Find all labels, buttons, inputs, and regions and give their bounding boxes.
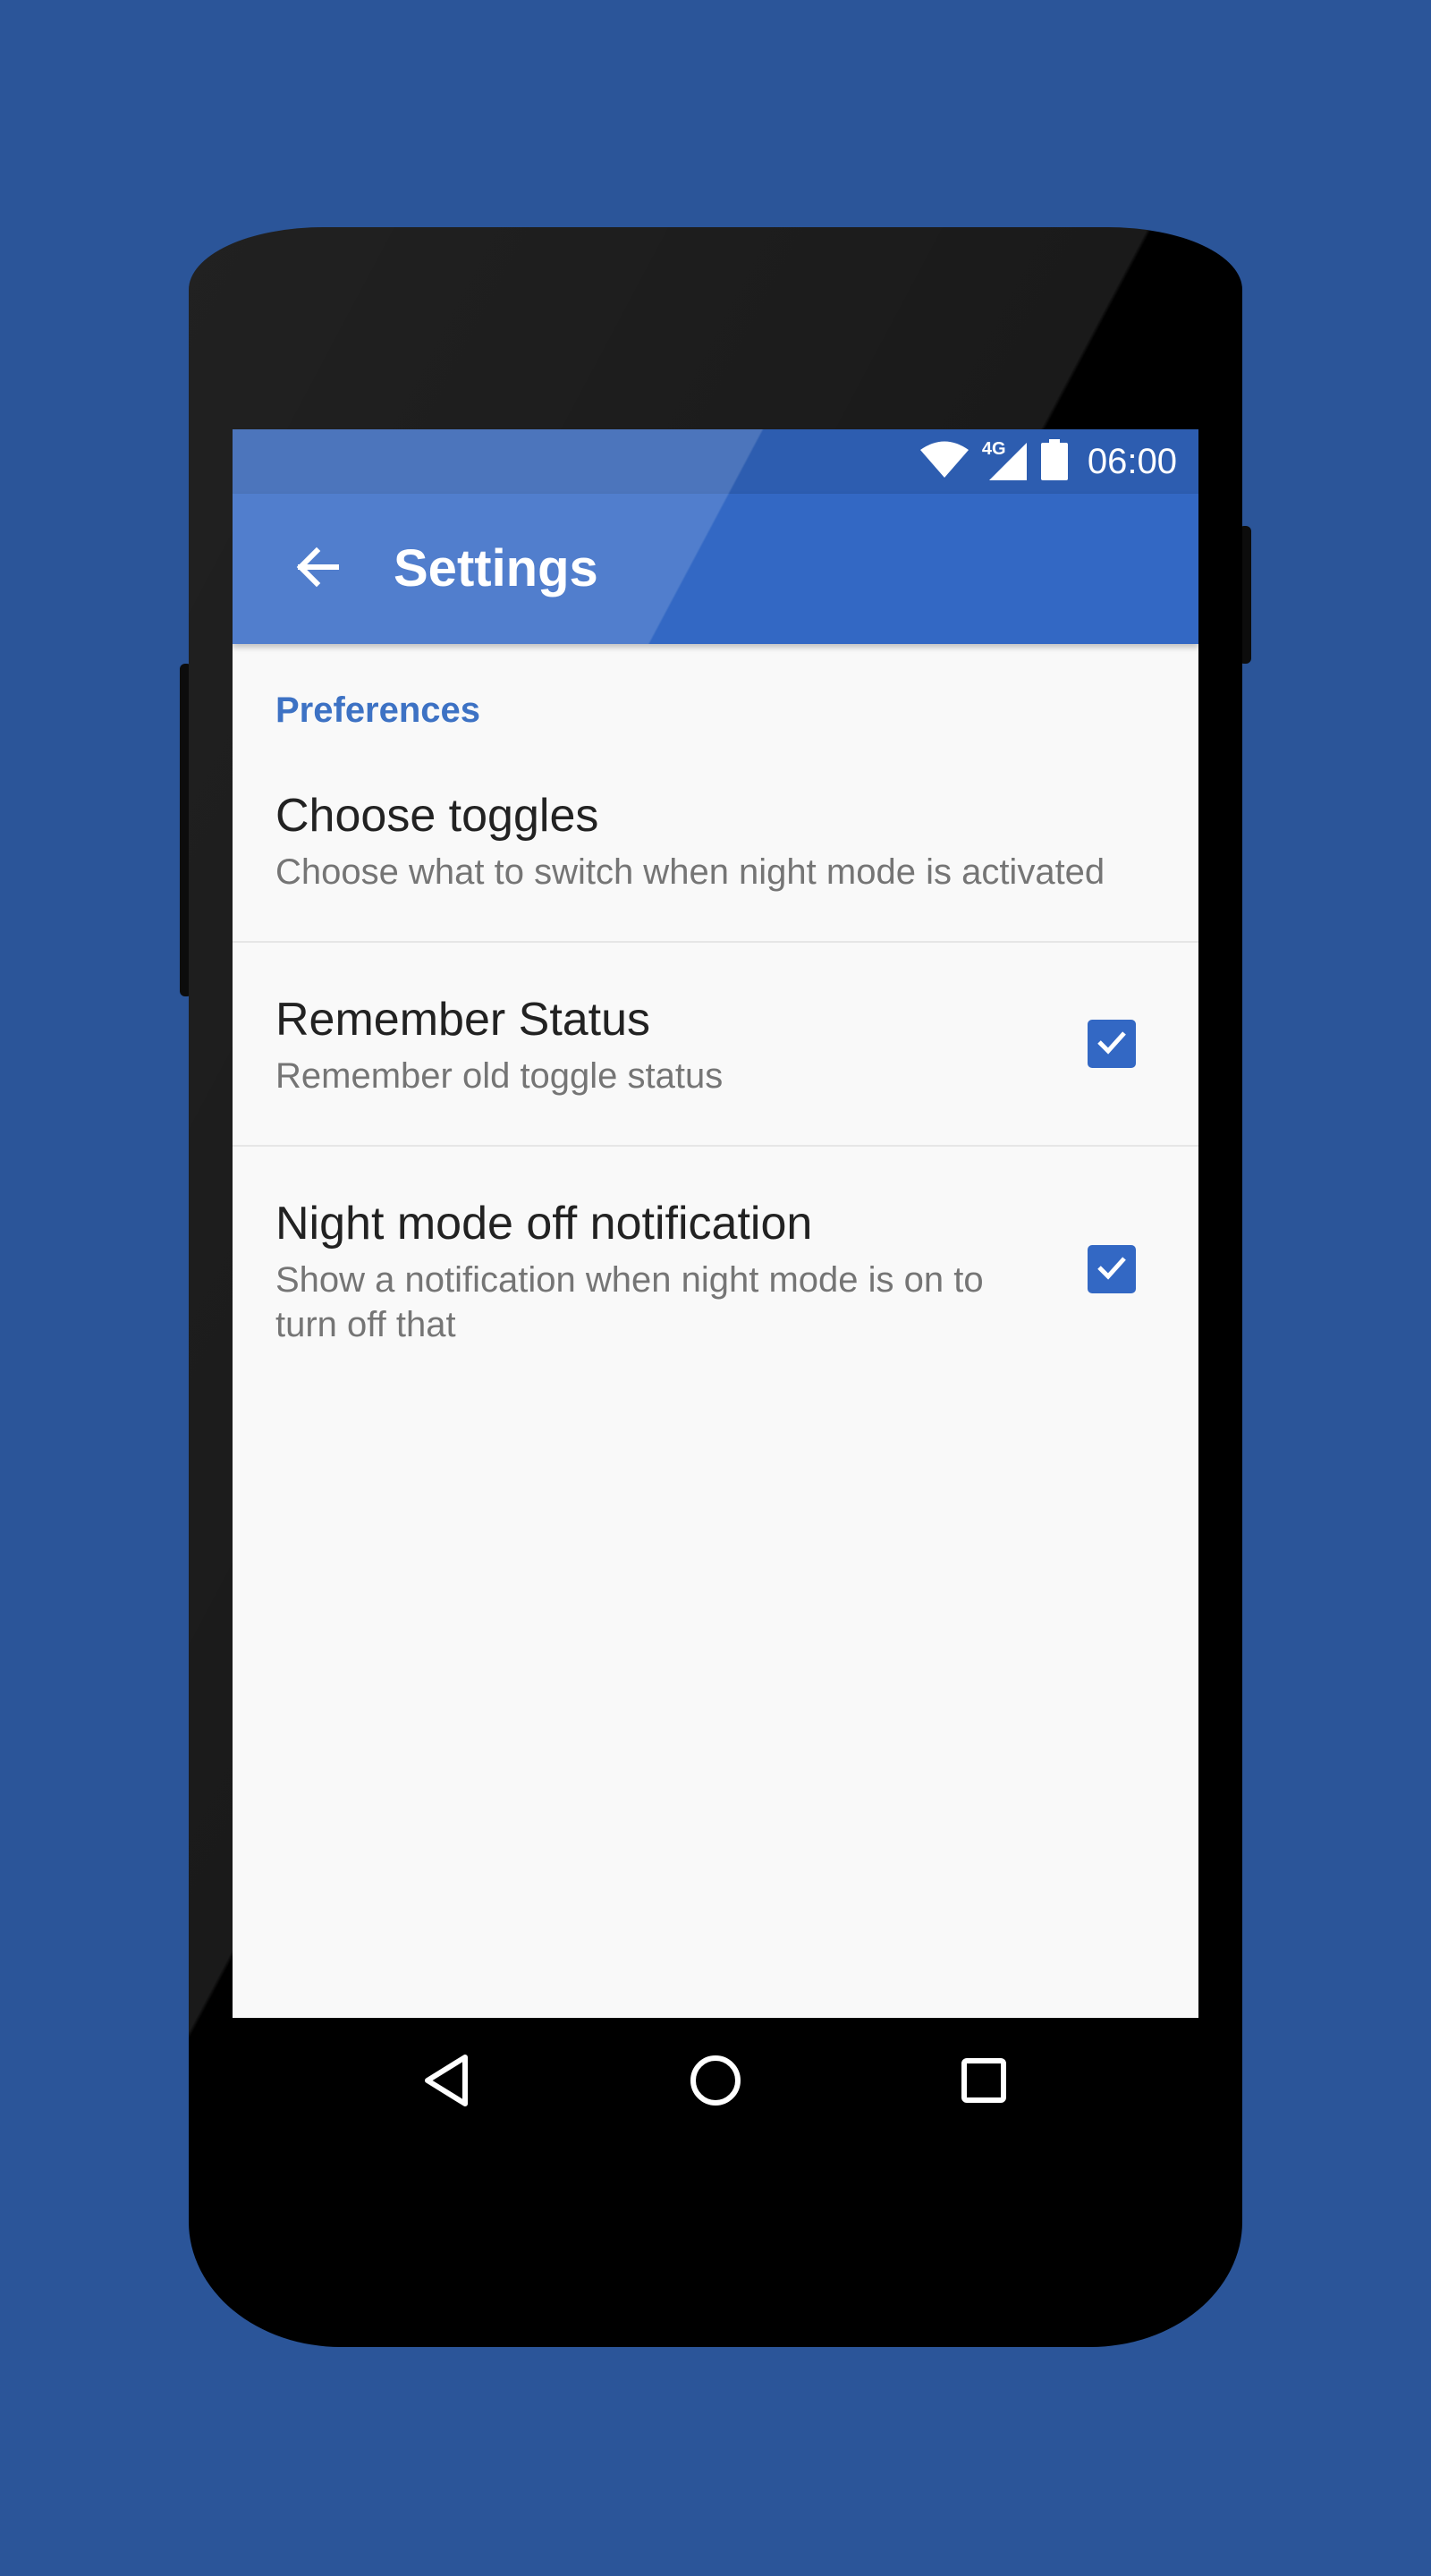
pref-title: Remember Status [275,994,651,1046]
nav-home-button[interactable] [671,2038,760,2127]
device-mockup: 4G 06:00 Settings Preferences Choose tog… [0,0,1431,2576]
arrow-back-icon [293,544,340,595]
nav-back-button[interactable] [402,2038,492,2127]
back-button[interactable] [279,531,354,606]
nav-recents-button[interactable] [939,2038,1029,2127]
pref-summary: Remember old toggle status [275,1056,724,1096]
status-bar: 4G 06:00 [233,429,1198,494]
pref-title: Choose toggles [275,790,599,842]
status-time: 06:00 [1087,441,1177,481]
wifi-icon [919,440,970,484]
cellular-signal-icon: 4G [982,439,1029,482]
home-circle-icon [687,2052,744,2114]
divider [233,1145,1198,1147]
remember-status-checkbox[interactable] [1088,1020,1136,1068]
page-title: Settings [394,539,598,597]
pref-title: Night mode off notification [275,1198,813,1250]
checkmark-icon [1094,1024,1130,1064]
app-bar: Settings [233,494,1198,644]
back-triangle-icon [420,2052,474,2114]
battery-icon [1040,438,1068,485]
divider [233,941,1198,943]
screen: 4G 06:00 Settings Preferences Choose tog… [233,429,1198,2018]
recents-square-icon [957,2054,1011,2112]
checkmark-icon [1094,1250,1130,1290]
navigation-bar [233,2018,1198,2147]
pref-summary: Choose what to switch when night mode is… [275,852,1105,892]
night-mode-notification-checkbox[interactable] [1088,1245,1136,1293]
pref-summary: Show a notification when night mode is o… [275,1260,984,1344]
